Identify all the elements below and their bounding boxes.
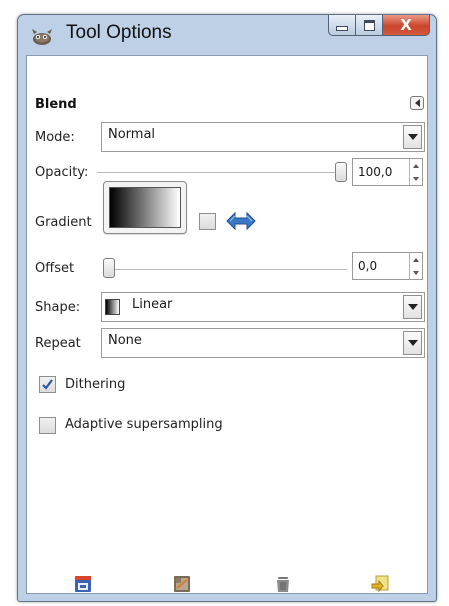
opacity-spinbox[interactable]: 100,0 (352, 158, 423, 186)
mode-dropdown-arrow[interactable] (403, 125, 422, 149)
tab-menu-icon (414, 99, 420, 107)
opacity-slider-track[interactable] (97, 172, 347, 173)
maximize-button[interactable] (356, 15, 383, 36)
opacity-slider-handle[interactable] (335, 162, 347, 182)
offset-value: 0,0 (358, 259, 378, 273)
repeat-value: None (108, 333, 142, 348)
opacity-decrement-button[interactable] (410, 172, 422, 185)
offset-decrement-button[interactable] (410, 266, 422, 279)
gimp-app-icon (32, 29, 52, 45)
section-title: Blend (35, 97, 77, 112)
delete-options-icon[interactable] (273, 574, 293, 594)
shape-value: Linear (132, 297, 173, 312)
shape-label: Shape: (35, 300, 81, 315)
mode-label: Mode: (35, 130, 75, 145)
adaptive-supersampling-label: Adaptive supersampling (65, 417, 223, 432)
shape-preview-icon (105, 299, 120, 315)
reset-options-icon[interactable] (370, 574, 390, 594)
offset-slider-track[interactable] (103, 269, 347, 270)
title-bar[interactable]: Tool Options X (18, 15, 436, 55)
opacity-value: 100,0 (358, 165, 393, 179)
save-options-icon[interactable] (73, 574, 93, 594)
chevron-down-icon (407, 304, 418, 310)
offset-spin-buttons (409, 253, 422, 279)
offset-spinbox[interactable]: 0,0 (352, 252, 423, 280)
opacity-increment-button[interactable] (410, 159, 422, 172)
minimize-icon (336, 26, 348, 31)
opacity-spin-buttons (409, 159, 422, 185)
shape-dropdown-arrow[interactable] (403, 295, 422, 319)
increment-icon (413, 163, 419, 168)
increment-icon (413, 257, 419, 262)
shape-dropdown[interactable]: Linear (101, 292, 425, 322)
offset-label: Offset (35, 261, 75, 276)
swap-direction-icon[interactable] (226, 211, 256, 231)
reverse-gradient-checkbox[interactable] (199, 213, 216, 230)
gradient-label: Gradient (35, 215, 92, 230)
repeat-label: Repeat (35, 336, 81, 351)
offset-increment-button[interactable] (410, 253, 422, 266)
tool-options-window: Tool Options X Blend Mode: Normal Opacit… (17, 14, 437, 602)
adaptive-supersampling-checkbox[interactable] (39, 417, 56, 434)
decrement-icon (413, 176, 419, 181)
chevron-down-icon (407, 134, 418, 140)
mode-dropdown[interactable]: Normal (101, 122, 425, 152)
tool-options-panel: Blend Mode: Normal Opacity: 100,0 Gradie… (26, 55, 428, 594)
repeat-dropdown[interactable]: None (101, 328, 425, 358)
repeat-dropdown-arrow[interactable] (403, 331, 422, 355)
opacity-label: Opacity: (35, 165, 89, 180)
close-icon: X (400, 16, 412, 34)
gradient-preview (109, 187, 181, 228)
close-button[interactable]: X (383, 15, 430, 36)
offset-slider-handle[interactable] (103, 258, 115, 278)
dithering-checkbox[interactable] (39, 376, 56, 393)
chevron-down-icon (407, 340, 418, 346)
window-controls: X (328, 15, 430, 37)
gradient-select-button[interactable] (103, 181, 187, 234)
checkmark-icon (42, 379, 53, 390)
restore-options-icon[interactable] (172, 574, 192, 594)
configure-tab-button[interactable] (410, 96, 424, 110)
minimize-button[interactable] (328, 15, 356, 36)
maximize-icon (363, 19, 375, 31)
dithering-label: Dithering (65, 377, 126, 392)
decrement-icon (413, 270, 419, 275)
window-title: Tool Options (66, 22, 172, 43)
mode-value: Normal (108, 127, 156, 142)
